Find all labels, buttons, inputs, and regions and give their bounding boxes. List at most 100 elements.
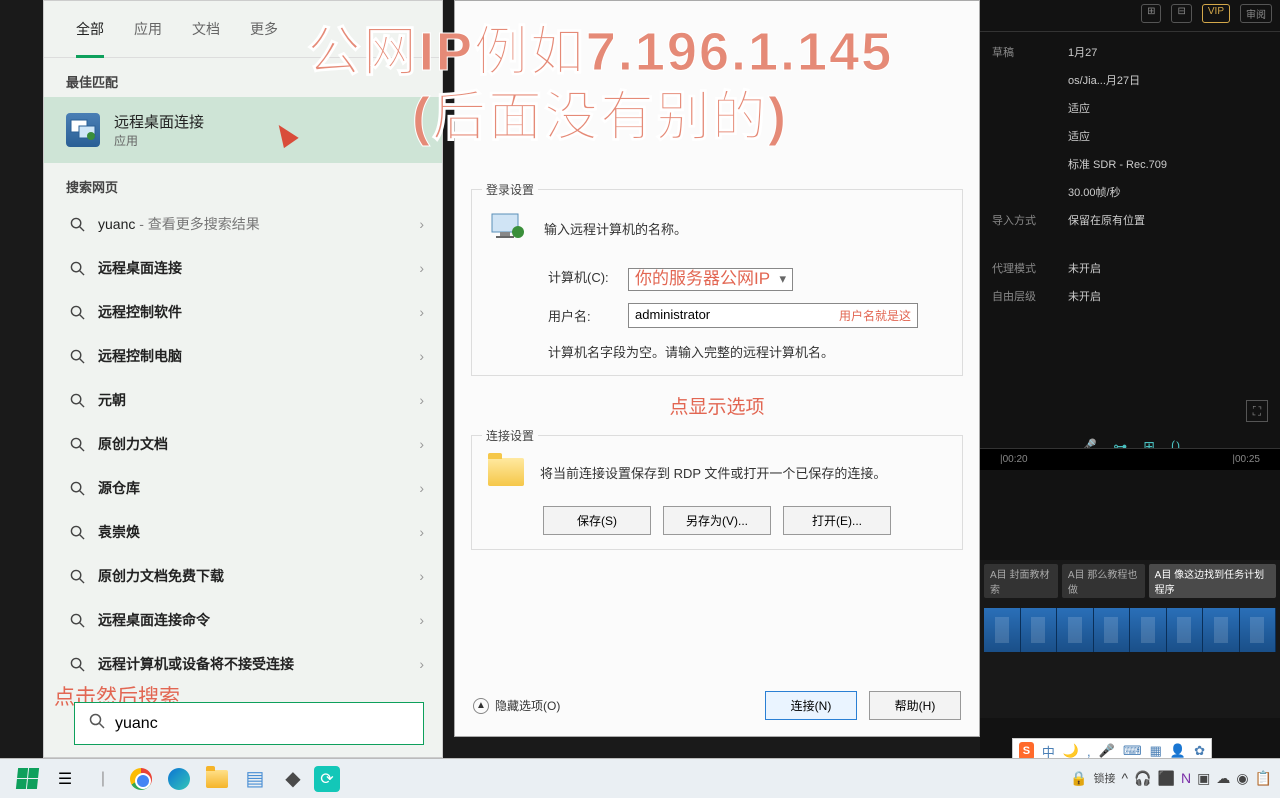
search-result-item[interactable]: 元朝›: [44, 378, 442, 422]
search-result-item[interactable]: 远程控制软件›: [44, 290, 442, 334]
search-result-item[interactable]: yuanc - 查看更多搜索结果›: [44, 202, 442, 246]
onenote-icon[interactable]: N: [1181, 770, 1191, 786]
vip-badge[interactable]: VIP: [1202, 4, 1230, 23]
video-clip[interactable]: [1130, 608, 1167, 652]
search-result-item[interactable]: 源仓库›: [44, 466, 442, 510]
headset-icon[interactable]: 🎧: [1134, 770, 1151, 787]
lock-label: 锁接: [1094, 770, 1116, 786]
timeline-tab-active[interactable]: A目 像这边找到任务计划程序: [1149, 564, 1276, 598]
split-icon[interactable]: ⟮⟯: [1171, 438, 1180, 448]
server-ip-annotation: 你的服务器公网IP: [635, 269, 770, 288]
search-result-item[interactable]: 原创力文档›: [44, 422, 442, 466]
chevron-right-icon: ›: [419, 612, 424, 628]
remote-desktop-dialog: 登录设置 输入远程计算机的名称。 计算机(C): 你的服务器公网IP 用户名: …: [454, 0, 980, 737]
username-label: 用户名:: [548, 306, 628, 325]
search-icon: [70, 392, 86, 408]
mic-icon[interactable]: 🎤: [1080, 438, 1097, 448]
search-icon: [70, 260, 86, 276]
tray-icon-2[interactable]: 📋: [1255, 770, 1272, 787]
click-show-options-annotation: 点显示选项: [471, 392, 963, 419]
review-button[interactable]: 审阅: [1240, 4, 1272, 23]
video-clip[interactable]: [1203, 608, 1240, 652]
video-clip[interactable]: [1057, 608, 1094, 652]
help-button[interactable]: 帮助(H): [869, 691, 961, 720]
explorer-icon[interactable]: [200, 762, 234, 796]
search-icon: [70, 480, 86, 496]
lock-icon[interactable]: 🔒: [1070, 770, 1087, 787]
save-button[interactable]: 保存(S): [543, 506, 651, 535]
tab-apps[interactable]: 应用: [134, 19, 162, 45]
timeline-tab[interactable]: A目 那么教程也做: [1062, 564, 1145, 598]
ime-mic-icon[interactable]: 🎤: [1099, 743, 1115, 759]
connect-button[interactable]: 连接(N): [765, 691, 857, 720]
timeline-ruler[interactable]: |00:20 |00:25: [980, 448, 1280, 470]
search-result-item[interactable]: 原创力文档免费下载›: [44, 554, 442, 598]
timeline-toolbar: 🎤 ⊶ ⊞ ⟮⟯: [980, 438, 1280, 448]
edge-icon[interactable]: [162, 762, 196, 796]
search-result-item[interactable]: 远程桌面连接命令›: [44, 598, 442, 642]
video-clip[interactable]: [984, 608, 1021, 652]
chevron-right-icon: ›: [419, 480, 424, 496]
ime-keyboard-icon[interactable]: ⌨: [1123, 743, 1142, 759]
search-icon: [70, 568, 86, 584]
ime-skin-icon[interactable]: ▦: [1150, 743, 1162, 759]
timeline-tab[interactable]: A目 封面教材索: [984, 564, 1058, 598]
save-as-button[interactable]: 另存为(V)...: [663, 506, 771, 535]
expand-icon[interactable]: ⛶: [1246, 400, 1268, 422]
search-input[interactable]: [115, 715, 409, 733]
search-icon: [89, 713, 105, 734]
app-icon-1[interactable]: ▤: [238, 762, 272, 796]
link-icon[interactable]: ⊶: [1113, 438, 1127, 448]
search-tabs: 全部 应用 文档 更多: [44, 1, 442, 58]
video-clip[interactable]: [1167, 608, 1204, 652]
search-item-text: yuanc - 查看更多搜索结果: [98, 214, 419, 234]
username-input[interactable]: administrator用户名就是这: [628, 303, 918, 328]
search-item-text: 远程控制软件: [98, 302, 419, 322]
ime-moon-icon[interactable]: 🌙: [1063, 743, 1079, 759]
app-icon-3[interactable]: ⟳: [314, 766, 340, 792]
chevron-right-icon: ›: [419, 524, 424, 540]
chevron-right-icon: ›: [419, 568, 424, 584]
ruler-mark: |00:20: [1000, 454, 1028, 465]
tray-up-icon[interactable]: ^: [1122, 770, 1129, 786]
layout-icon-2[interactable]: ⊟: [1171, 4, 1191, 23]
search-icon: [70, 304, 86, 320]
windows-logo-icon: [15, 768, 38, 789]
steam-icon[interactable]: ◉: [1236, 770, 1248, 787]
search-result-item[interactable]: 远程控制电脑›: [44, 334, 442, 378]
tab-docs[interactable]: 文档: [192, 19, 220, 45]
video-clip[interactable]: [1021, 608, 1058, 652]
collapse-icon: ▲: [473, 698, 489, 714]
search-result-item[interactable]: 远程桌面连接›: [44, 246, 442, 290]
open-button[interactable]: 打开(E)...: [783, 506, 891, 535]
search-result-item[interactable]: 远程计算机或设备将不接受连接›: [44, 642, 442, 686]
group-icon[interactable]: ⊞: [1143, 438, 1155, 448]
start-button[interactable]: [10, 762, 44, 796]
search-result-item[interactable]: 袁崇焕›: [44, 510, 442, 554]
video-track[interactable]: [984, 608, 1276, 652]
tray-icon[interactable]: ▣: [1197, 770, 1210, 787]
app-icon-2[interactable]: ◆: [276, 762, 310, 796]
taskbar-tray: 🔒 锁接 ^ 🎧 ⬛ N ▣ ☁ ◉ 📋: [1070, 758, 1272, 798]
tray-app-icon[interactable]: ⬛: [1158, 770, 1175, 787]
video-clip[interactable]: [1094, 608, 1131, 652]
chevron-right-icon: ›: [419, 436, 424, 452]
search-item-text: 袁崇焕: [98, 522, 419, 542]
search-icon: [70, 348, 86, 364]
computer-combobox[interactable]: 你的服务器公网IP: [628, 268, 793, 291]
ime-punct-icon[interactable]: ,: [1087, 744, 1091, 759]
cloud-icon[interactable]: ☁: [1216, 770, 1230, 787]
task-view-icon[interactable]: ☰: [48, 762, 82, 796]
tab-all[interactable]: 全部: [76, 19, 104, 58]
best-match-item[interactable]: 远程桌面连接 应用: [44, 97, 442, 163]
tab-more[interactable]: 更多: [250, 19, 278, 45]
hide-options-toggle[interactable]: ▲ 隐藏选项(O): [473, 697, 560, 714]
layout-icon-1[interactable]: ⊞: [1141, 4, 1161, 23]
taskbar: ☰ | ▤ ◆ ⟳ 🔒 锁接 ^ 🎧 ⬛ N ▣ ☁ ◉ 📋: [0, 758, 1280, 798]
video-clip[interactable]: [1240, 608, 1277, 652]
prop-key: 草稿: [992, 44, 1068, 60]
timeline-area: A目 封面教材索 A目 那么教程也做 A目 像这边找到任务计划程序: [980, 560, 1280, 718]
connection-settings-group: 连接设置 将当前连接设置保存到 RDP 文件或打开一个已保存的连接。 保存(S)…: [471, 435, 963, 550]
search-input-box[interactable]: [74, 702, 424, 745]
chrome-icon[interactable]: [124, 762, 158, 796]
